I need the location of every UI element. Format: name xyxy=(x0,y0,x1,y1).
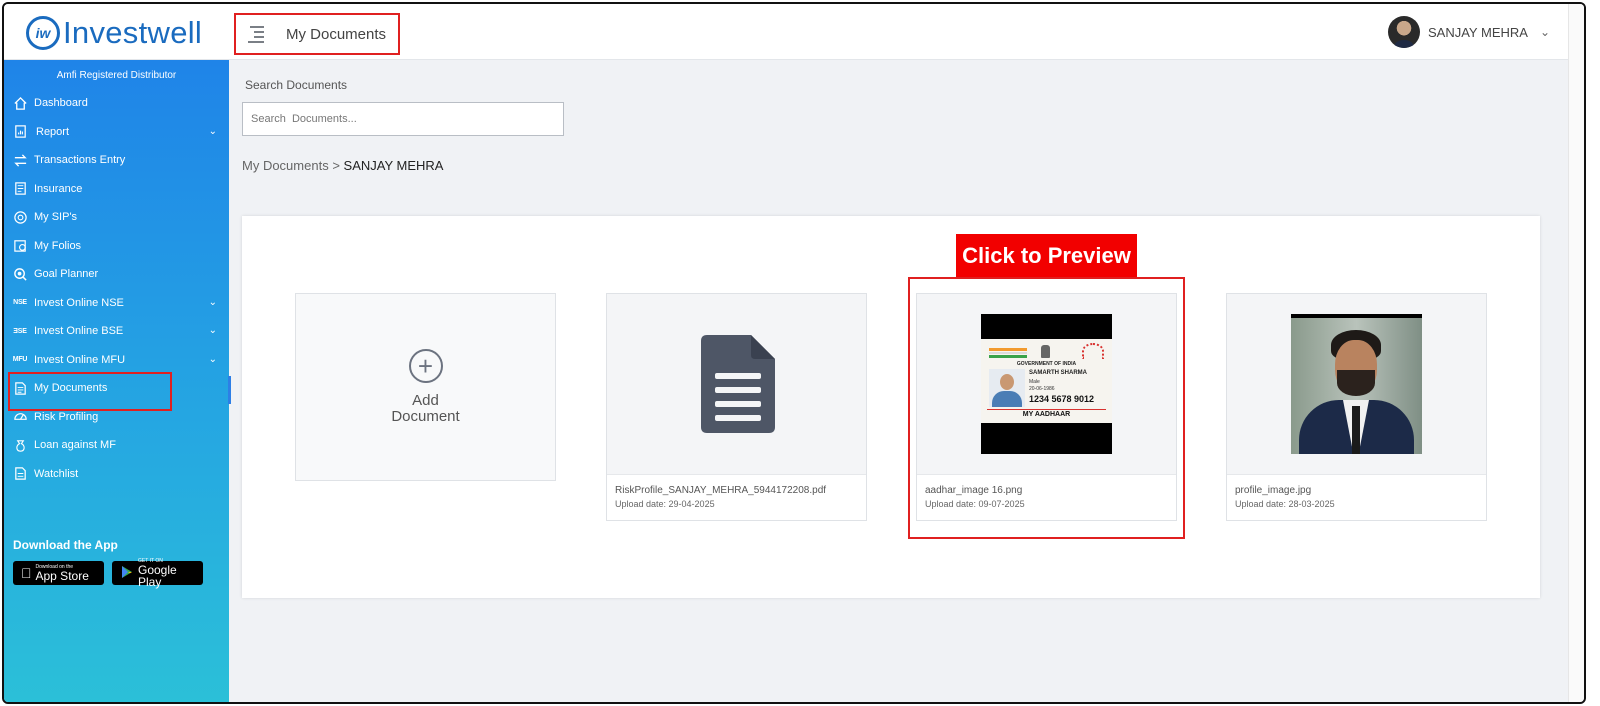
logo-mark: iw xyxy=(26,16,60,50)
user-menu[interactable]: SANJAY MEHRA ⌄ xyxy=(1388,16,1550,48)
sip-icon xyxy=(12,209,28,225)
sidebar-item-report[interactable]: Report ⌄ xyxy=(4,118,229,147)
app-store-big: App Store xyxy=(25,569,89,583)
chevron-down-icon[interactable]: ⌄ xyxy=(1540,25,1550,39)
logo-text: Investwell xyxy=(63,15,203,50)
document-thumbnail[interactable] xyxy=(607,294,866,474)
breadcrumb-separator: > xyxy=(328,158,344,173)
main-content: Search Documents My Documents > SANJAY M… xyxy=(229,60,1584,702)
insurance-icon xyxy=(12,181,28,197)
sidebar-item-sips[interactable]: My SIP's xyxy=(4,203,229,232)
transfer-icon xyxy=(12,152,28,168)
menu-toggle-icon[interactable] xyxy=(244,25,264,43)
mfu-icon: MFU xyxy=(12,356,28,364)
sidebar-item-dashboard[interactable]: Dashboard xyxy=(4,89,229,118)
documents-panel: + Add Document RiskProfile_SANJAY_MEHRA_… xyxy=(242,216,1540,598)
my-documents-highlight xyxy=(8,372,172,411)
breadcrumb-root[interactable]: My Documents xyxy=(242,158,329,173)
plus-circle-icon: + xyxy=(408,349,443,383)
search-label: Search Documents xyxy=(245,78,348,92)
top-header: iw Investwell My Documents SANJAY MEHRA … xyxy=(4,4,1584,60)
sidebar-item-label: Invest Online NSE xyxy=(34,296,124,309)
chevron-down-icon[interactable]: ⌄ xyxy=(209,297,217,308)
document-card[interactable]: RiskProfile_SANJAY_MEHRA_5944172208.pdf … xyxy=(606,293,867,521)
amfi-label: Amfi Registered Distributor xyxy=(56,70,177,81)
google-play-big: Google Play xyxy=(138,563,177,589)
apple-icon:  xyxy=(21,565,32,581)
google-play-button[interactable]: GET IT ON Google Play xyxy=(112,558,203,589)
sidebar-item-label: My Folios xyxy=(34,239,82,252)
sidebar-item-label: Dashboard xyxy=(34,97,88,110)
sidebar-item-watchlist[interactable]: Watchlist xyxy=(4,460,229,489)
sidebar-item-label: My SIP's xyxy=(34,211,78,224)
sidebar-item-transactions[interactable]: Transactions Entry xyxy=(4,146,229,175)
sidebar-item-label: Invest Online MFU xyxy=(34,353,126,366)
gauge-icon xyxy=(12,409,28,425)
chevron-down-icon[interactable]: ⌄ xyxy=(209,325,217,336)
sidebar-item-label: Insurance xyxy=(34,182,83,195)
click-to-preview-label: Click to Preview xyxy=(956,234,1137,277)
chevron-down-icon[interactable]: ⌄ xyxy=(209,126,217,137)
add-label-line1: Add xyxy=(412,392,439,409)
sidebar-item-label: Goal Planner xyxy=(34,268,99,281)
nse-icon: NSE xyxy=(13,299,27,307)
download-app-title: Download the App xyxy=(13,538,118,552)
add-label-line2: Document xyxy=(391,408,460,425)
add-document-label: Add Document xyxy=(391,393,459,425)
goal-icon xyxy=(12,266,28,282)
report-icon xyxy=(12,124,28,140)
sidebar: Amfi Registered Distributor Dashboard Re… xyxy=(4,60,229,702)
sidebar-item-invest-mfu[interactable]: MFU Invest Online MFU ⌄ xyxy=(4,346,229,375)
file-icon xyxy=(700,335,775,433)
loan-icon xyxy=(12,437,28,453)
document-thumbnail[interactable] xyxy=(1227,294,1486,474)
user-name[interactable]: SANJAY MEHRA xyxy=(1428,25,1528,40)
sidebar-item-label: Transactions Entry xyxy=(34,154,126,167)
sidebar-item-goal-planner[interactable]: Goal Planner xyxy=(4,260,229,289)
document-name: profile_image.jpg xyxy=(1235,485,1312,496)
chevron-down-icon[interactable]: ⌄ xyxy=(209,354,217,365)
watchlist-icon xyxy=(12,466,28,482)
folio-icon xyxy=(12,238,28,254)
sidebar-active-marker xyxy=(228,376,231,404)
sidebar-item-insurance[interactable]: Insurance xyxy=(4,175,229,204)
sidebar-item-folios[interactable]: My Folios xyxy=(4,232,229,261)
play-icon xyxy=(120,565,134,582)
profile-image[interactable] xyxy=(1291,314,1422,454)
document-name: RiskProfile_SANJAY_MEHRA_5944172208.pdf xyxy=(615,485,827,496)
page-title: My Documents xyxy=(286,25,387,43)
preview-highlight xyxy=(908,277,1185,539)
sidebar-item-label: Watchlist xyxy=(34,467,79,480)
sidebar-item-label: Invest Online BSE xyxy=(34,325,124,338)
app-window: iw Investwell My Documents SANJAY MEHRA … xyxy=(2,2,1586,704)
sidebar-item-invest-bse[interactable]: ƎSE Invest Online BSE ⌄ xyxy=(4,317,229,346)
sidebar-item-loan-against-mf[interactable]: Loan against MF xyxy=(4,431,229,460)
avatar[interactable] xyxy=(1388,16,1420,48)
sidebar-item-invest-nse[interactable]: NSE Invest Online NSE ⌄ xyxy=(4,289,229,318)
bse-icon: ƎSE xyxy=(13,327,27,335)
search-input[interactable] xyxy=(242,102,564,136)
breadcrumb: My Documents > SANJAY MEHRA xyxy=(242,158,443,173)
document-card[interactable]: profile_image.jpg Upload date: 28-03-202… xyxy=(1226,293,1487,521)
sidebar-item-label: Risk Profiling xyxy=(34,410,99,423)
app-store-button[interactable]:  Download on the App Store xyxy=(13,561,104,585)
document-date: Upload date: 29-04-2025 xyxy=(615,499,715,509)
sidebar-item-label: Loan against MF xyxy=(34,439,116,452)
document-date: Upload date: 28-03-2025 xyxy=(1235,499,1335,509)
sidebar-item-label: Report xyxy=(36,125,70,138)
home-icon xyxy=(12,95,28,111)
add-document-card[interactable]: + Add Document xyxy=(295,293,556,481)
breadcrumb-current: SANJAY MEHRA xyxy=(343,158,444,173)
investwell-logo[interactable]: iw Investwell xyxy=(26,14,202,52)
page-scrollbar[interactable] xyxy=(1568,4,1584,702)
document-meta: profile_image.jpg Upload date: 28-03-202… xyxy=(1227,474,1486,520)
header-title-highlight: My Documents xyxy=(234,13,400,55)
document-meta: RiskProfile_SANJAY_MEHRA_5944172208.pdf … xyxy=(607,474,866,520)
